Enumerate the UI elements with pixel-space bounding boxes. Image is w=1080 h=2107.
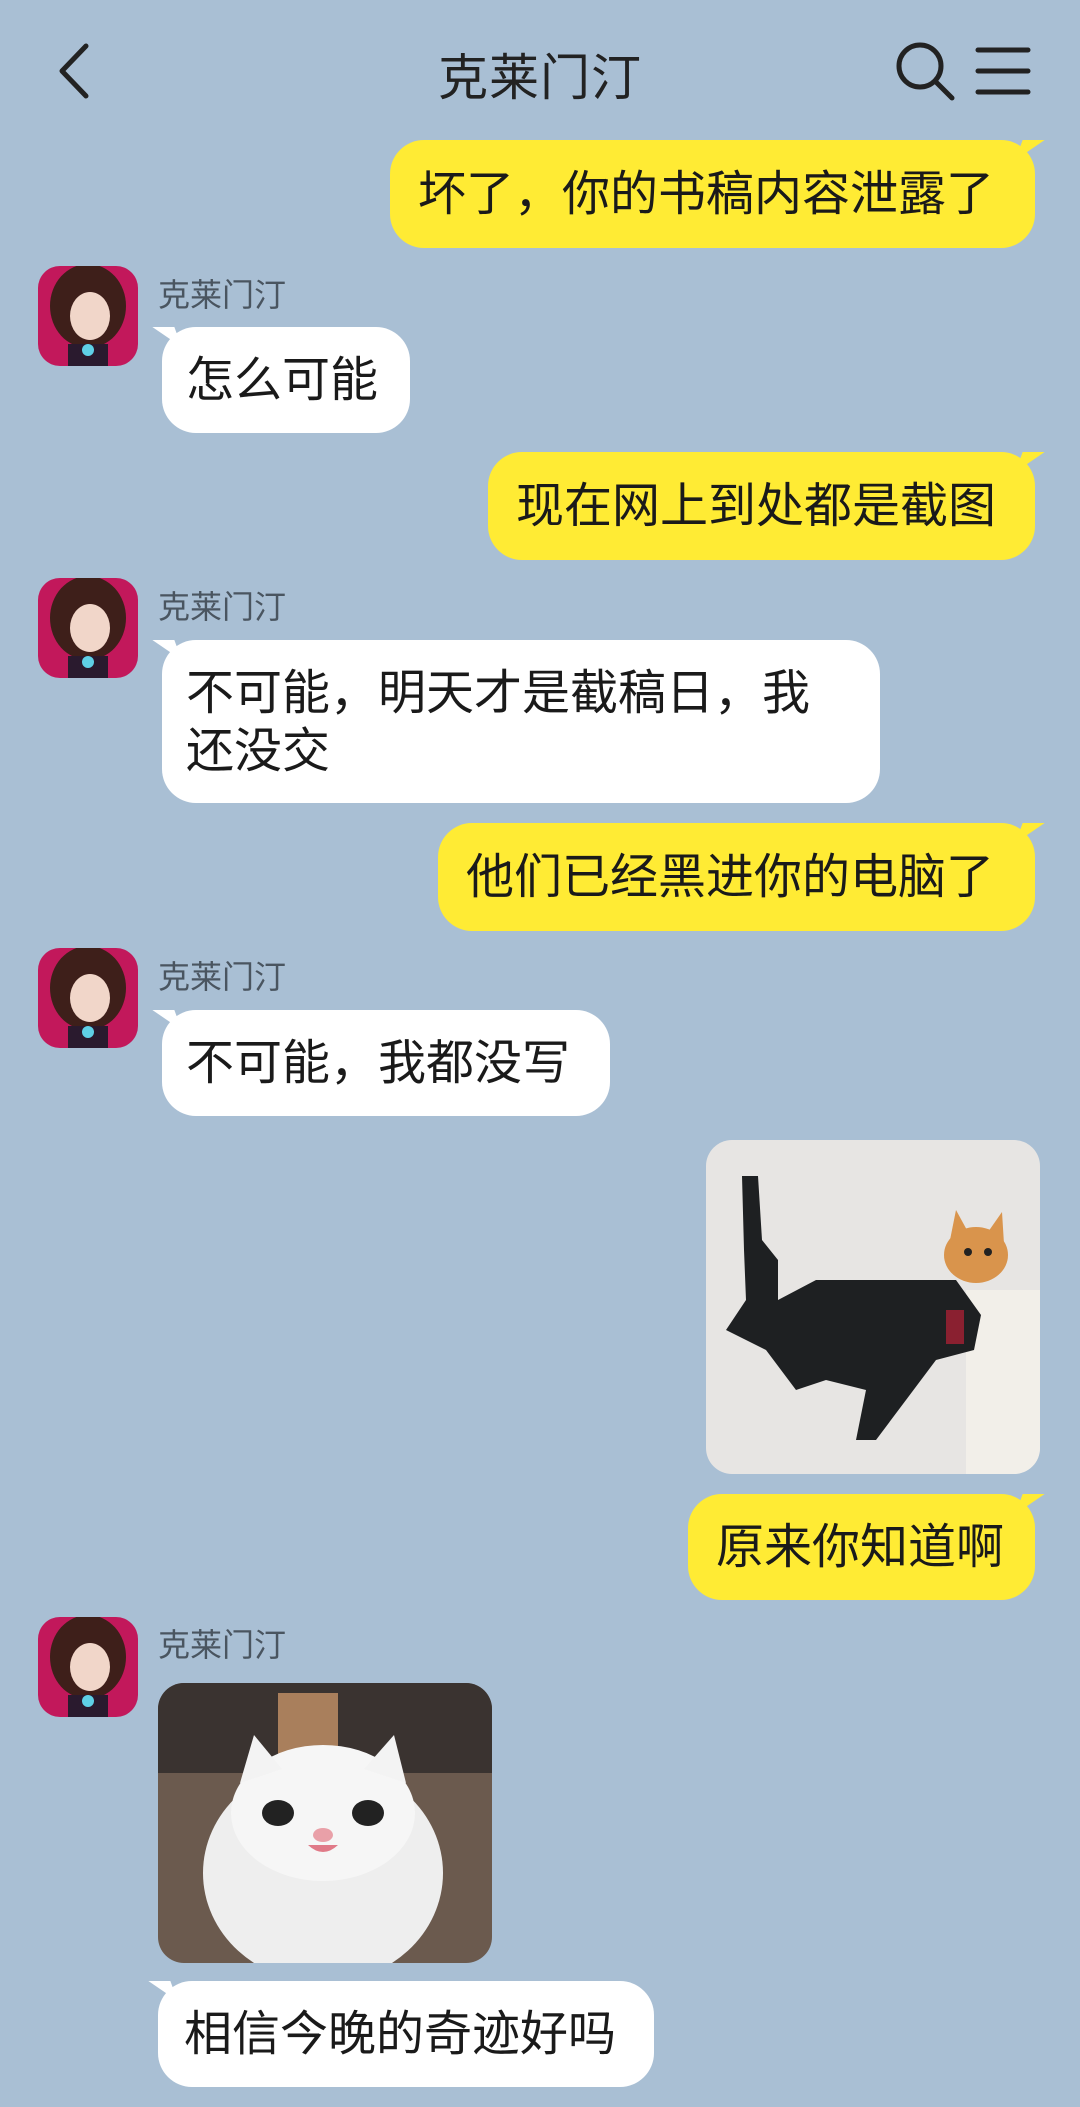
sender-name: 克莱门汀 — [158, 1626, 287, 1664]
message-text: 不可能，我都没写 — [186, 1035, 571, 1091]
search-icon[interactable] — [890, 36, 960, 106]
sender-name: 克莱门汀 — [158, 276, 287, 314]
message-bubble-received[interactable]: 不可能，明天才是截稿日，我 还没交 — [162, 640, 880, 803]
message-text: 现在网上到处都是截图 — [516, 478, 997, 534]
cat-with-gun-sticker-icon — [706, 1140, 1040, 1474]
chat-header: 克莱门汀 — [0, 0, 1080, 140]
message-bubble-sent[interactable]: 现在网上到处都是截图 — [488, 452, 1035, 560]
sender-name: 克莱门汀 — [158, 588, 287, 626]
message-text-line: 还没交 — [186, 723, 331, 779]
avatar[interactable] — [38, 948, 138, 1048]
image-message-sent[interactable] — [706, 1140, 1040, 1474]
message-text: 坏了，你的书稿内容泄露了 — [418, 166, 995, 222]
message-bubble-sent[interactable]: 他们已经黑进你的电脑了 — [438, 823, 1035, 931]
message-bubble-sent[interactable]: 原来你知道啊 — [688, 1494, 1035, 1600]
message-bubble-received[interactable]: 相信今晚的奇迹好吗 — [158, 1981, 654, 2087]
avatar[interactable] — [38, 1617, 138, 1717]
avatar[interactable] — [38, 578, 138, 678]
message-text-line: 不可能，明天才是截稿日，我 — [186, 665, 811, 721]
message-bubble-sent[interactable]: 坏了，你的书稿内容泄露了 — [390, 140, 1035, 248]
sender-name: 克莱门汀 — [158, 958, 287, 996]
message-text: 相信今晚的奇迹好吗 — [184, 2006, 617, 2062]
message-bubble-received[interactable]: 不可能，我都没写 — [162, 1010, 610, 1116]
message-bubble-received[interactable]: 怎么可能 — [162, 327, 410, 433]
message-text: 他们已经黑进你的电脑了 — [466, 849, 995, 905]
message-text: 怎么可能 — [186, 352, 379, 408]
smiling-white-cat-sticker-icon — [158, 1683, 492, 1963]
image-message-received[interactable] — [158, 1683, 492, 1963]
avatar[interactable] — [38, 266, 138, 366]
menu-icon[interactable] — [970, 38, 1040, 104]
message-text: 原来你知道啊 — [716, 1519, 1005, 1575]
